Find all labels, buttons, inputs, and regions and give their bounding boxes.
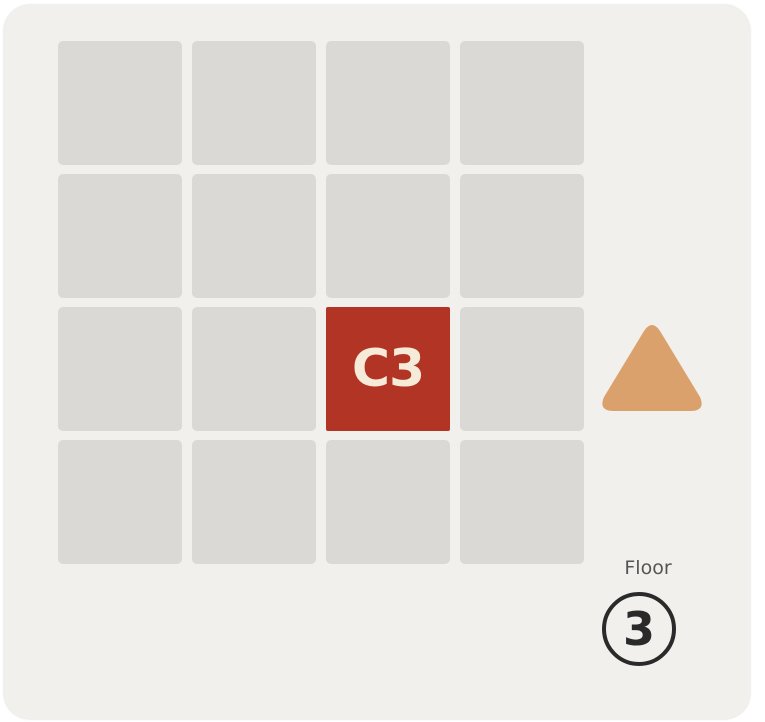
tile-b2[interactable] [192,174,316,298]
tile-a3[interactable] [58,307,182,431]
floor-number-badge: 3 [602,592,676,666]
tile-d3[interactable] [460,307,584,431]
floor-label: Floor [624,557,672,579]
tile-d4[interactable] [460,440,584,564]
tile-a4[interactable] [58,440,182,564]
tile-c1[interactable] [326,41,450,165]
tile-grid: C3 [58,41,584,564]
floor-card: C3 Floor 3 [4,5,750,719]
tile-b1[interactable] [192,41,316,165]
floor-number: 3 [622,602,655,656]
active-tile-label: C3 [351,339,425,399]
tile-c3-active[interactable]: C3 [326,307,450,431]
tile-a1[interactable] [58,41,182,165]
triangle-up-icon[interactable] [598,321,706,417]
tile-b3[interactable] [192,307,316,431]
tile-c2[interactable] [326,174,450,298]
tile-b4[interactable] [192,440,316,564]
tile-c4[interactable] [326,440,450,564]
tile-d2[interactable] [460,174,584,298]
tile-d1[interactable] [460,41,584,165]
tile-a2[interactable] [58,174,182,298]
